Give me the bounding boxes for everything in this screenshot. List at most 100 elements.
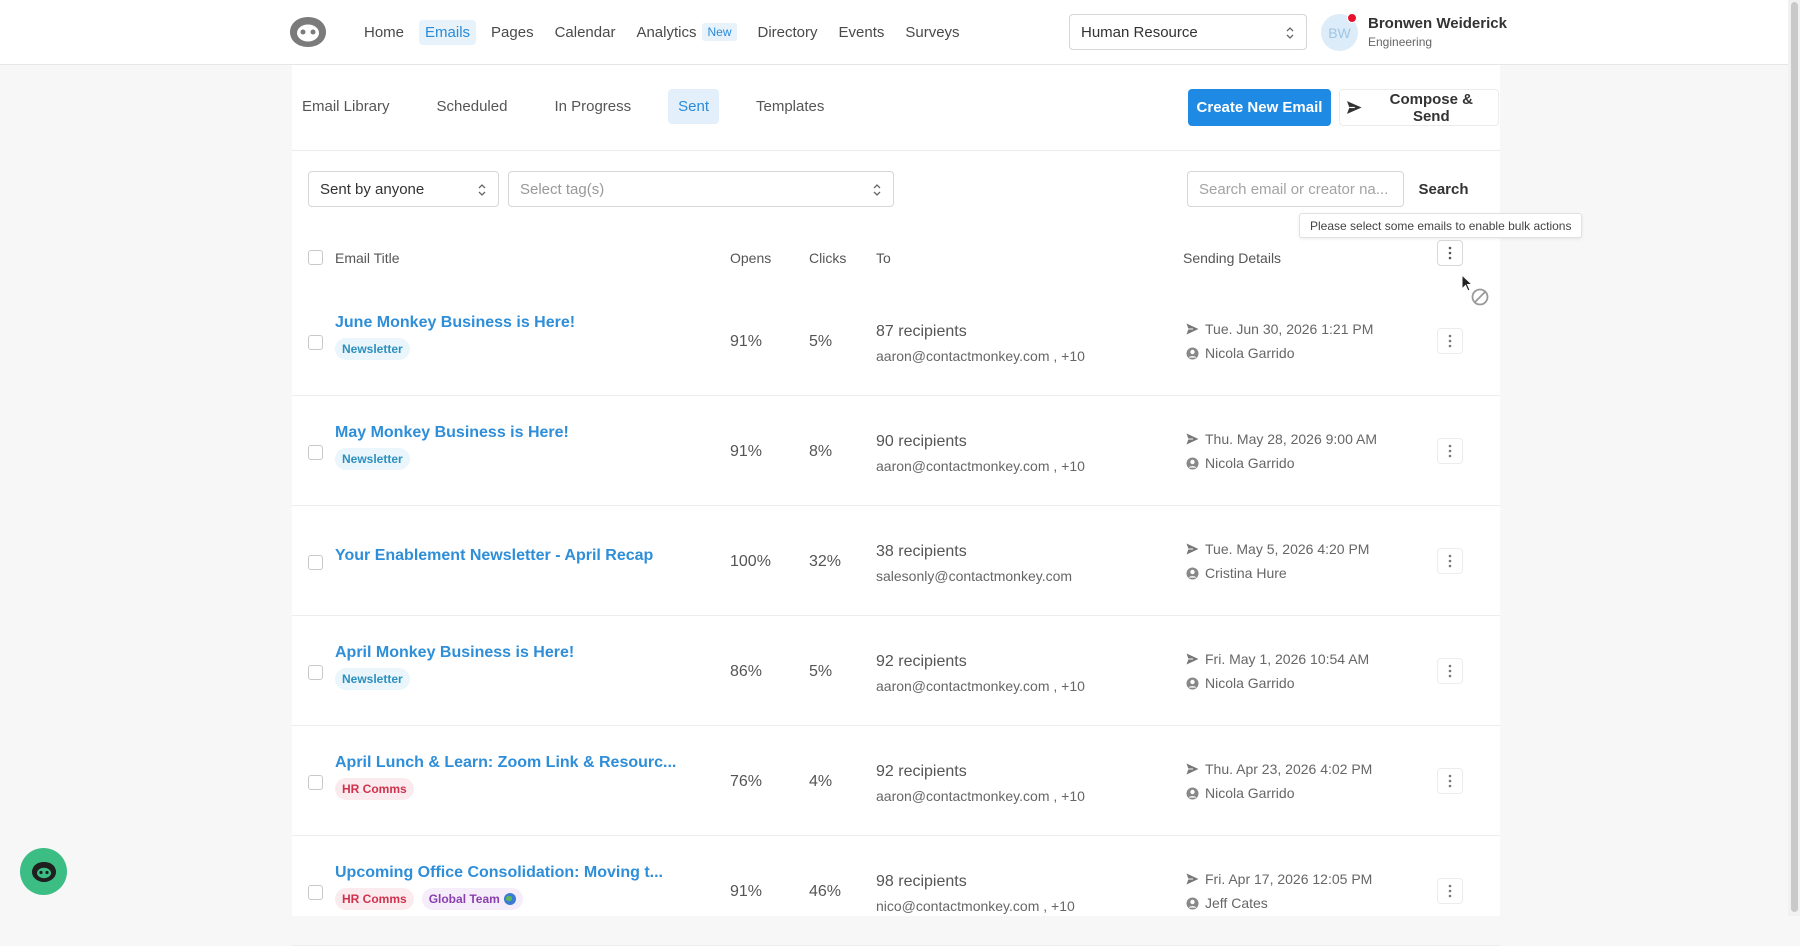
tag-list: Newsletter	[335, 448, 418, 470]
person-icon	[1186, 787, 1199, 799]
tag-label: Newsletter	[342, 342, 403, 356]
row-checkbox[interactable]	[308, 555, 323, 570]
tab-sent[interactable]: Sent	[668, 89, 719, 124]
send-date: Thu. May 28, 2026 9:00 AM	[1186, 431, 1377, 447]
clicks-value: 32%	[809, 553, 842, 570]
nav-item-pages[interactable]: Pages	[491, 24, 534, 41]
email-title-link[interactable]: May Monkey Business is Here!	[335, 424, 569, 442]
select-all-checkbox[interactable]	[308, 250, 323, 265]
create-new-email-button[interactable]: Create New Email	[1188, 89, 1331, 126]
table-row[interactable]: April Monkey Business is Here! Newsletter…	[292, 616, 1500, 726]
scrollbar-thumb[interactable]	[1791, 2, 1798, 912]
clicks-value: 46%	[809, 883, 842, 900]
recipients-count[interactable]: 92 recipients	[876, 653, 967, 671]
organization-select-value: Human Resource	[1081, 23, 1198, 41]
tag-newsletter[interactable]: Newsletter	[335, 338, 410, 360]
bulk-actions-tooltip: Please select some emails to enable bulk…	[1299, 213, 1583, 238]
paper-plane-icon	[1186, 543, 1199, 555]
recipients-count[interactable]: 38 recipients	[876, 543, 967, 561]
recipients-count[interactable]: 87 recipients	[876, 323, 967, 341]
table-row[interactable]: Upcoming Office Consolidation: Moving t.…	[292, 836, 1500, 946]
row-checkbox[interactable]	[308, 775, 323, 790]
clicks-value: 5%	[809, 333, 833, 350]
table-row[interactable]: May Monkey Business is Here! Newsletter 91…	[292, 396, 1500, 506]
kebab-icon	[1448, 246, 1452, 260]
opens-value: 91%	[730, 883, 763, 900]
search-input[interactable]	[1187, 171, 1404, 207]
tags-filter-select[interactable]: Select tag(s)	[508, 171, 894, 207]
nav-item-surveys[interactable]: Surveys	[905, 24, 959, 41]
email-title-link[interactable]: April Lunch & Learn: Zoom Link & Resourc…	[335, 754, 676, 772]
nav-item-analytics[interactable]: Analytics New	[636, 23, 737, 41]
new-badge: New	[702, 23, 737, 41]
row-actions-button[interactable]	[1437, 768, 1463, 794]
user-name[interactable]: Bronwen Weiderick	[1368, 15, 1507, 32]
tab-email-library[interactable]: Email Library	[292, 89, 400, 124]
row-checkbox[interactable]	[308, 445, 323, 460]
section-divider	[292, 150, 1500, 151]
tag-list: Newsletter	[335, 668, 418, 690]
send-date: Fri. May 1, 2026 10:54 AM	[1186, 651, 1369, 667]
tag-newsletter[interactable]: Newsletter	[335, 448, 410, 470]
tab-scheduled[interactable]: Scheduled	[427, 89, 518, 124]
row-checkbox[interactable]	[308, 665, 323, 680]
search-button[interactable]: Search	[1407, 171, 1480, 207]
tag-hr[interactable]: HR Comms	[335, 778, 414, 800]
header-email-title[interactable]: Email Title	[335, 250, 400, 266]
tag-hr[interactable]: HR Comms	[335, 888, 414, 910]
bulk-actions-button[interactable]	[1437, 240, 1463, 266]
header-to: To	[876, 250, 891, 266]
nav-item-label: Pages	[491, 23, 534, 41]
help-chat-button[interactable]	[20, 848, 67, 895]
tag-newsletter[interactable]: Newsletter	[335, 668, 410, 690]
recipients-count[interactable]: 90 recipients	[876, 433, 967, 451]
table-row[interactable]: June Monkey Business is Here! Newsletter 9…	[292, 286, 1500, 396]
monkey-logo-icon[interactable]	[288, 14, 328, 50]
send-date: Thu. Apr 23, 2026 4:02 PM	[1186, 761, 1372, 777]
kebab-icon	[1448, 444, 1452, 458]
header-clicks[interactable]: Clicks	[809, 250, 846, 266]
nav-item-calendar[interactable]: Calendar	[555, 24, 616, 41]
header-opens[interactable]: Opens	[730, 250, 771, 266]
email-title-link[interactable]: Your Enablement Newsletter - April Recap	[335, 547, 653, 565]
row-actions-button[interactable]	[1437, 328, 1463, 354]
email-title-link[interactable]: April Monkey Business is Here!	[335, 644, 574, 662]
nav-item-home[interactable]: Home	[364, 24, 404, 41]
table-row[interactable]: Your Enablement Newsletter - April Recap…	[292, 506, 1500, 616]
recipients-count[interactable]: 98 recipients	[876, 873, 967, 891]
tag-label: HR Comms	[342, 782, 407, 796]
send-date: Fri. Apr 17, 2026 12:05 PM	[1186, 871, 1372, 887]
send-date-text: Thu. Apr 23, 2026 4:02 PM	[1205, 761, 1373, 777]
paper-plane-icon	[1186, 433, 1199, 445]
row-actions-button[interactable]	[1437, 548, 1463, 574]
sender: Jeff Cates	[1186, 895, 1268, 911]
sender-name: Nicola Garrido	[1205, 675, 1295, 691]
nav-item-directory[interactable]: Directory	[758, 24, 818, 41]
email-title-link[interactable]: Upcoming Office Consolidation: Moving t.…	[335, 864, 663, 882]
recipient-address: aaron@contactmonkey.com , +10	[876, 678, 1085, 694]
nav-item-events[interactable]: Events	[839, 24, 885, 41]
email-title-link[interactable]: June Monkey Business is Here!	[335, 314, 575, 332]
tab-in-progress[interactable]: In Progress	[544, 89, 641, 124]
table-row[interactable]: April Lunch & Learn: Zoom Link & Resourc…	[292, 726, 1500, 836]
row-checkbox[interactable]	[308, 335, 323, 350]
sender-name: Cristina Hure	[1205, 565, 1287, 581]
organization-select[interactable]: Human Resource	[1069, 14, 1307, 50]
clicks-value: 5%	[809, 663, 833, 680]
row-actions-button[interactable]	[1437, 438, 1463, 464]
kebab-icon	[1448, 884, 1452, 898]
sender-filter-select[interactable]: Sent by anyone	[308, 171, 499, 207]
tags-filter-placeholder: Select tag(s)	[520, 180, 605, 198]
compose-send-button[interactable]: Compose & Send	[1339, 89, 1499, 126]
tab-templates[interactable]: Templates	[746, 89, 834, 124]
row-actions-button[interactable]	[1437, 878, 1463, 904]
recipients-count[interactable]: 92 recipients	[876, 763, 967, 781]
row-checkbox[interactable]	[308, 885, 323, 900]
row-actions-button[interactable]	[1437, 658, 1463, 684]
opens-value: 91%	[730, 443, 763, 460]
nav-item-label: Analytics	[636, 23, 697, 41]
tag-global[interactable]: Global Team	[421, 888, 523, 910]
person-icon	[1186, 677, 1199, 689]
recipient-address: aaron@contactmonkey.com , +10	[876, 788, 1085, 804]
nav-item-emails[interactable]: Emails	[419, 19, 477, 45]
